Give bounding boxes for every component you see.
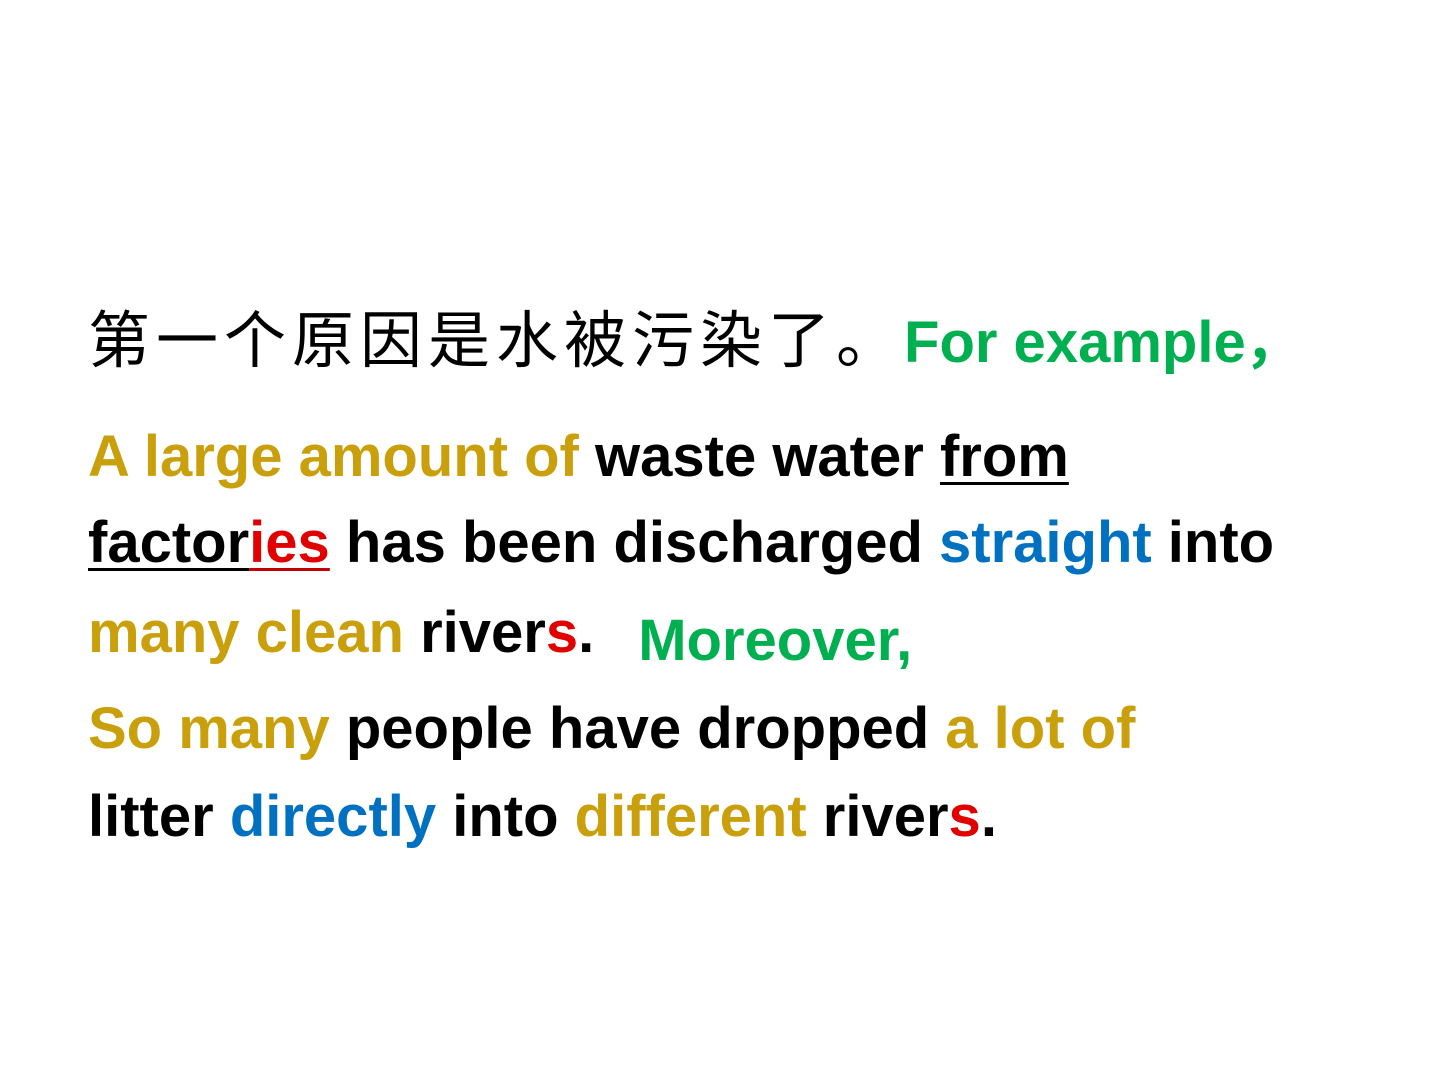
into-word: into [1151, 510, 1275, 575]
line-3: factories has been discharged straight i… [88, 514, 1274, 572]
many-clean-phrase: many clean [88, 600, 404, 665]
line-5: So many people have dropped a lot of [88, 700, 1135, 758]
factor-stem: factor [88, 510, 250, 575]
line-1: 第一个原因是水被污染了。For example， [88, 310, 1304, 372]
litter-word: litter [88, 784, 230, 849]
line-2: A large amount of waste water from [88, 428, 1069, 486]
moreover-word: Moreover, [638, 608, 913, 673]
line-6: litter directly into different rivers. [88, 788, 997, 846]
period: . [980, 784, 997, 849]
has-been-discharged-phrase: has been discharged [329, 510, 939, 575]
so-many-phrase: So many [88, 696, 330, 761]
waste-water-phrase: waste water [595, 424, 940, 489]
river-stem: river [806, 784, 949, 849]
into-word: into [436, 784, 575, 849]
a-lot-of-phrase: a lot of [945, 696, 1136, 761]
line-4: many clean rivers. Moreover, [88, 604, 912, 670]
different-word: different [574, 784, 807, 849]
slide: 第一个原因是水被污染了。For example， A large amount … [0, 0, 1440, 1080]
people-have-dropped-phrase: people have dropped [329, 696, 946, 761]
for-example-phrase: For example， [904, 310, 1304, 375]
ies-suffix: ies [249, 510, 330, 575]
chinese-sentence: 第一个原因是水被污染了。 [88, 304, 905, 377]
plural-s: s [545, 600, 579, 665]
directly-word: directly [229, 784, 437, 849]
river-stem: river [403, 600, 546, 665]
plural-s: s [948, 784, 981, 849]
a-large-amount-of-phrase: A large amount of [88, 424, 595, 489]
period: . [578, 600, 595, 665]
from-word: from [939, 424, 1069, 489]
straight-word: straight [939, 510, 1152, 575]
